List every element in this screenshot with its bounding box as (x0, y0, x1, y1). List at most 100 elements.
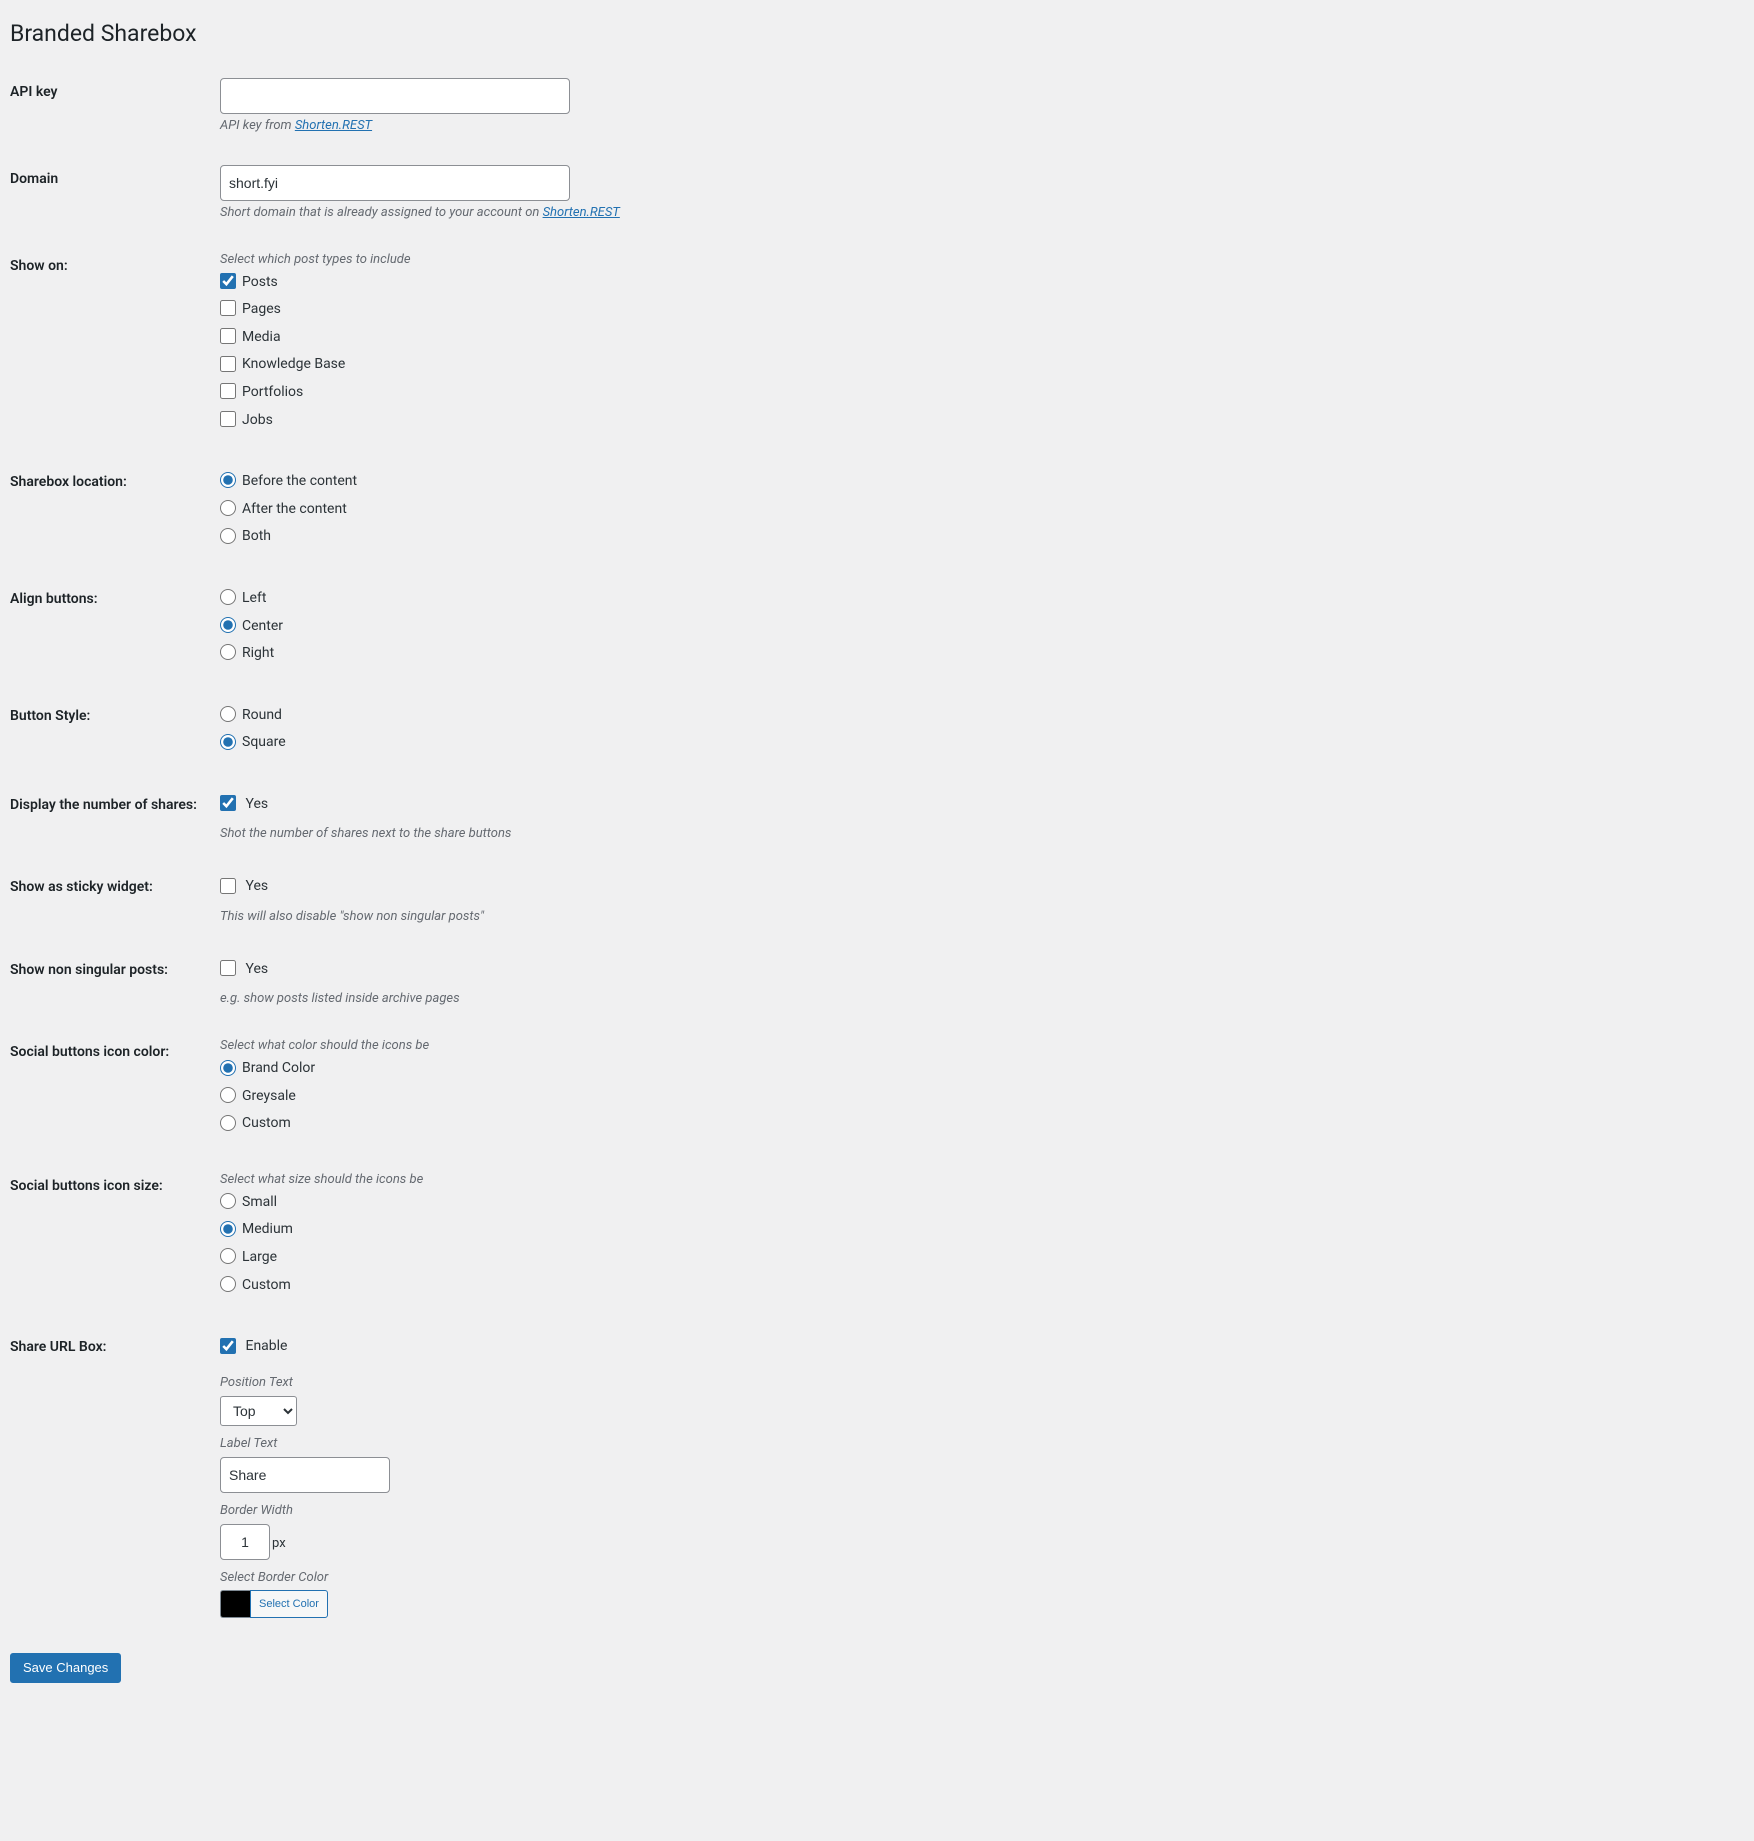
button-style-label: Button Style: (10, 687, 210, 776)
domain-label: Domain (10, 150, 210, 237)
sharebox_location-label-2: Both (242, 528, 271, 544)
option-label-5: Jobs (242, 412, 273, 428)
option-1[interactable]: Pages (220, 300, 1724, 320)
align_buttons-input-1[interactable] (220, 617, 236, 633)
sticky-widget-option-label: Yes (245, 878, 268, 894)
sticky-widget-group: Yes (220, 873, 1724, 905)
align_buttons-1[interactable]: Center (220, 617, 1724, 637)
icon_color-1[interactable]: Greysale (220, 1087, 1724, 1107)
option-3[interactable]: Knowledge Base (220, 355, 1724, 375)
option-5[interactable]: Jobs (220, 411, 1724, 431)
select-color-button[interactable]: Select Color (250, 1590, 328, 1618)
share-url-enable-label: Enable (245, 1338, 287, 1354)
icon_size-label-3: Custom (242, 1277, 291, 1293)
icon_size-1[interactable]: Medium (220, 1220, 1724, 1240)
color-picker: Select Color (220, 1590, 1724, 1618)
non-singular-group: Yes (220, 956, 1724, 988)
button_style-input-0[interactable] (220, 706, 236, 722)
border-color-sublabel: Select Border Color (220, 1570, 1724, 1587)
icon-size-help: Select what size should the icons be (220, 1172, 1724, 1189)
button_style-0[interactable]: Round (220, 706, 1724, 726)
sharebox_location-input-0[interactable] (220, 472, 236, 488)
sharebox_location-0[interactable]: Before the content (220, 472, 1724, 492)
option-2[interactable]: Media (220, 328, 1724, 348)
icon_size-input-1[interactable] (220, 1221, 236, 1237)
icon_color-label-1: Greysale (242, 1088, 296, 1104)
show-on-help: Select which post types to include (220, 252, 1724, 269)
align_buttons-label-1: Center (242, 618, 283, 634)
icon-color-label: Social buttons icon color: (10, 1023, 210, 1157)
button_style-input-1[interactable] (220, 734, 236, 750)
option-label-4: Portfolios (242, 384, 303, 400)
option-input-1[interactable] (220, 300, 236, 316)
label-text-input[interactable] (220, 1457, 390, 1493)
domain-help-link[interactable]: Shorten.REST (543, 205, 620, 220)
align_buttons-input-0[interactable] (220, 589, 236, 605)
position-text-select[interactable]: Top (220, 1396, 297, 1426)
icon_size-3[interactable]: Custom (220, 1276, 1724, 1296)
option-input-5[interactable] (220, 411, 236, 427)
option-input-4[interactable] (220, 383, 236, 399)
share-url-enable-option[interactable]: Enable (220, 1337, 1724, 1357)
display-shares-option-label: Yes (245, 796, 268, 812)
sharebox-location-label: Sharebox location: (10, 453, 210, 570)
share-url-enable-checkbox[interactable] (220, 1338, 236, 1354)
button_style-1[interactable]: Square (220, 733, 1724, 753)
option-label-1: Pages (242, 301, 281, 317)
icon-size-label: Social buttons icon size: (10, 1157, 210, 1318)
icon-color-group: Brand Color Greysale Custom (220, 1055, 1724, 1142)
align_buttons-label-2: Right (242, 645, 274, 661)
align_buttons-input-2[interactable] (220, 644, 236, 660)
border-width-sublabel: Border Width (220, 1503, 1724, 1520)
sharebox_location-input-1[interactable] (220, 500, 236, 516)
icon_size-input-0[interactable] (220, 1193, 236, 1209)
sharebox_location-input-2[interactable] (220, 528, 236, 544)
sticky-widget-option[interactable]: Yes (220, 877, 1724, 897)
border-width-input[interactable] (220, 1524, 270, 1560)
icon_color-0[interactable]: Brand Color (220, 1059, 1724, 1079)
button_style-label-0: Round (242, 707, 282, 723)
share-url-enable-group: Enable (220, 1333, 1724, 1365)
icon_size-input-3[interactable] (220, 1276, 236, 1292)
option-input-3[interactable] (220, 356, 236, 372)
icon_color-label-0: Brand Color (242, 1060, 315, 1076)
page-title: Branded Sharebox (10, 10, 1734, 53)
color-swatch[interactable] (220, 1590, 250, 1618)
api-key-help-link[interactable]: Shorten.REST (295, 118, 372, 133)
option-input-2[interactable] (220, 328, 236, 344)
option-input-0[interactable] (220, 273, 236, 289)
icon_size-label-0: Small (242, 1194, 277, 1210)
icon_size-2[interactable]: Large (220, 1248, 1724, 1268)
share-url-box-label: Share URL Box: (10, 1318, 210, 1633)
sticky-widget-checkbox[interactable] (220, 878, 236, 894)
show-on-group: Posts Pages Media Knowledge Base Portfolios J… (220, 269, 1724, 439)
show-on-label: Show on: (10, 237, 210, 453)
domain-input[interactable] (220, 165, 570, 201)
save-changes-button[interactable]: Save Changes (10, 1653, 121, 1683)
sharebox_location-1[interactable]: After the content (220, 500, 1724, 520)
option-label-0: Posts (242, 274, 278, 290)
align-buttons-label: Align buttons: (10, 570, 210, 687)
icon_color-2[interactable]: Custom (220, 1114, 1724, 1134)
align_buttons-0[interactable]: Left (220, 589, 1724, 609)
api-key-input[interactable] (220, 78, 570, 114)
icon_size-label-2: Large (242, 1249, 277, 1265)
icon_color-input-0[interactable] (220, 1060, 236, 1076)
icon_color-input-2[interactable] (220, 1115, 236, 1131)
option-0[interactable]: Posts (220, 273, 1724, 293)
sharebox_location-label-0: Before the content (242, 473, 357, 489)
sticky-widget-help: This will also disable "show non singula… (220, 909, 1724, 926)
align_buttons-label-0: Left (242, 590, 266, 606)
non-singular-option-label: Yes (245, 961, 268, 977)
sharebox_location-2[interactable]: Both (220, 527, 1724, 547)
non-singular-option[interactable]: Yes (220, 960, 1724, 980)
align_buttons-2[interactable]: Right (220, 644, 1724, 664)
display-shares-checkbox[interactable] (220, 795, 236, 811)
non-singular-checkbox[interactable] (220, 960, 236, 976)
icon_size-input-2[interactable] (220, 1248, 236, 1264)
icon_color-input-1[interactable] (220, 1087, 236, 1103)
sharebox-location-group: Before the content After the content Both (220, 468, 1724, 555)
display-shares-option[interactable]: Yes (220, 795, 1724, 815)
icon_size-0[interactable]: Small (220, 1193, 1724, 1213)
option-4[interactable]: Portfolios (220, 383, 1724, 403)
